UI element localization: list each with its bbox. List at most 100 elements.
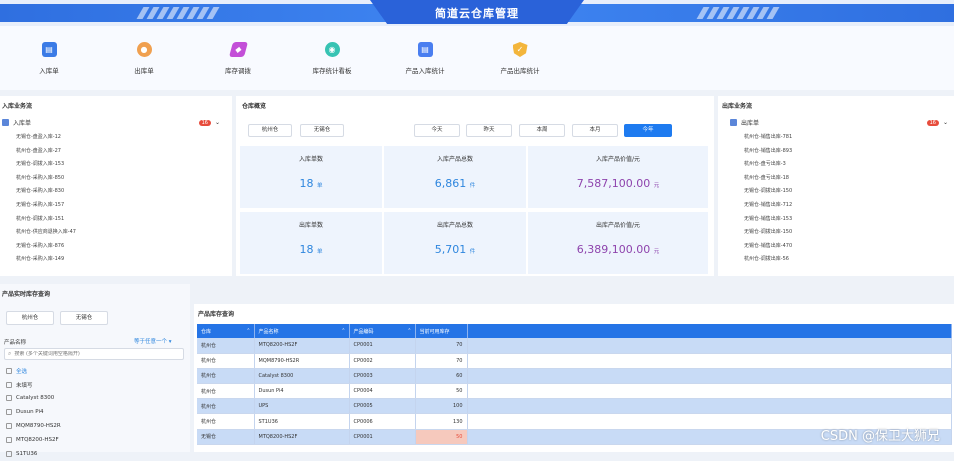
table-cell: 70 <box>415 353 468 369</box>
table-row[interactable]: 杭州仓 UPS CP0005 100 <box>197 398 952 415</box>
outbound-flow-group[interactable]: 出库单 16 ⌄ <box>722 118 948 127</box>
outbound-flow-item[interactable]: 无锡仓-销售出库-712 <box>744 199 948 213</box>
product-option-list: 全选 未填写 Catalyst 8300 Dusun Pi4 MQM8790-HS2R M… <box>6 364 61 461</box>
header-stripes-right <box>696 7 780 19</box>
product-option[interactable]: Catalyst 8300 <box>6 392 61 406</box>
shortcut-outbound[interactable]: ● 出库单 <box>109 42 179 75</box>
column-header-product-code[interactable]: 产品编码 ⌃ <box>349 324 416 338</box>
column-header-stock[interactable]: 当前可用库存 <box>415 324 468 338</box>
inbound-flow-group[interactable]: 入库单 16 ⌄ <box>2 118 220 127</box>
inbound-flow-item[interactable]: 杭州仓-采购入库-850 <box>16 172 220 186</box>
period-week-button[interactable]: 本周 <box>519 124 565 137</box>
product-search-box[interactable]: ⌕ <box>4 348 184 360</box>
inbound-flow-panel: 入库业务流 入库单 16 ⌄ 无锡仓-盘盈入库-12 杭州仓-盘盈入库-27 无锡仓… <box>0 96 232 276</box>
outbound-flow-item[interactable]: 杭州仓-销售出库-781 <box>744 131 948 145</box>
outbound-flow-item[interactable]: 无锡仓-销售出库-153 <box>744 213 948 227</box>
stat-label: 入库单数 <box>298 156 323 163</box>
inbound-flow-item[interactable]: 杭州仓-盘盈入库-27 <box>16 145 220 159</box>
shortcut-outbound-stats[interactable]: ✓ 产品出库统计 <box>485 42 555 75</box>
product-option[interactable]: MTQ8200-HS2F <box>6 433 61 447</box>
inventory-query-panel: 产品实时库存查询 杭州仓 无锡仓 产品名称 等于任意一个 ▾ ⌕ 全选未填写 Ca… <box>0 284 190 457</box>
inbound-flow-item[interactable]: 杭州仓-调拨入库-151 <box>16 213 220 227</box>
sort-icon[interactable]: ⌃ <box>246 328 253 334</box>
product-search-input[interactable] <box>14 351 175 357</box>
table-cell: Dusun Pi4 <box>254 383 350 400</box>
column-header-filler <box>467 324 952 338</box>
sort-icon[interactable]: ⌃ <box>407 328 414 334</box>
inbound-flow-item[interactable]: 无锡仓-调拨入库-153 <box>16 158 220 172</box>
product-name-label: 产品名称 <box>4 340 27 346</box>
product-option[interactable]: Dusun Pi4 <box>6 405 61 419</box>
inbound-flow-item[interactable]: 无锡仓-采购入库-876 <box>16 240 220 254</box>
table-cell: MTQ8200-HS2F <box>254 338 350 354</box>
column-header-warehouse[interactable]: 仓库 ⌃ <box>197 324 255 338</box>
table-cell: 60 <box>415 368 468 385</box>
outbound-flow-item[interactable]: 无锡仓-调拨出库-150 <box>744 185 948 199</box>
shortcut-inbound[interactable]: ▤ 入库单 <box>14 42 84 75</box>
checkbox[interactable] <box>6 381 12 388</box>
stat-label: 入库产品价值/元 <box>595 156 641 163</box>
shortcut-transfer[interactable]: ◆ 库存调拨 <box>203 42 273 75</box>
warehouse-wuxi-button[interactable]: 无锡仓 <box>300 124 344 137</box>
stat-label: 入库产品总数 <box>436 156 473 163</box>
table-cell: CP0001 <box>349 429 416 445</box>
warehouse-hangzhou-button[interactable]: 杭州仓 <box>248 124 292 137</box>
table-cell: CP0005 <box>349 398 416 415</box>
query-warehouse-hangzhou-button[interactable]: 杭州仓 <box>6 311 54 325</box>
table-cell: 100 <box>415 398 468 415</box>
inbound-count-badge: 16 <box>198 119 211 126</box>
shortcut-label: 产品入库统计 <box>405 67 445 75</box>
period-yesterday-button[interactable]: 昨天 <box>466 124 512 137</box>
stat-inbound-value: 入库产品价值/元 7,587,100.00 元 <box>528 146 708 208</box>
match-mode-select[interactable]: 等于任意一个 ▾ <box>134 337 172 345</box>
shortcut-inbound-stats[interactable]: ▤ 产品入库统计 <box>390 42 460 75</box>
shortcut-dashboard[interactable]: ◉ 库存统计看板 <box>297 42 367 75</box>
stat-outbound-orders: 出库单数 18 单 <box>240 212 382 274</box>
period-month-button[interactable]: 本月 <box>572 124 618 137</box>
product-option[interactable]: 全选 <box>6 364 61 378</box>
table-cell: CP0004 <box>349 383 416 400</box>
outbound-flow-item[interactable]: 杭州仓-销售出库-893 <box>744 145 948 159</box>
inbound-flow-item[interactable]: 无锡仓-盘盈入库-12 <box>16 131 220 145</box>
table-cell: CP0001 <box>349 338 416 354</box>
product-option-label: Dusun Pi4 <box>16 409 44 416</box>
sort-icon[interactable]: ⌃ <box>341 328 348 334</box>
outbound-flow-item[interactable]: 杭州仓-盘亏出库-18 <box>744 172 948 186</box>
stat-value: 18 单 <box>299 177 323 190</box>
product-option[interactable]: 未填写 <box>6 378 61 392</box>
outbound-flow-item[interactable]: 杭州仓-盘亏出库-3 <box>744 158 948 172</box>
outbound-flow-item[interactable]: 无锡仓-调拨出库-150 <box>744 226 948 240</box>
checkbox[interactable] <box>6 436 12 443</box>
warehouse-stats-title: 仓库概览 <box>242 103 267 110</box>
stat-value: 18 单 <box>299 243 323 256</box>
table-row[interactable]: 杭州仓 Dusun Pi4 CP0004 50 <box>197 383 952 400</box>
checkbox[interactable] <box>6 409 12 416</box>
inbound-flow-item[interactable]: 杭州仓-供应商退换入库-47 <box>16 226 220 240</box>
query-warehouse-wuxi-button[interactable]: 无锡仓 <box>60 311 108 325</box>
search-icon: ⌕ <box>8 350 12 357</box>
chevron-down-icon[interactable]: ⌄ <box>943 119 948 126</box>
inbound-flow-item[interactable]: 无锡仓-采购入库-157 <box>16 199 220 213</box>
chevron-down-icon[interactable]: ⌄ <box>215 119 220 126</box>
stat-label: 出库产品总数 <box>436 222 473 229</box>
table-row[interactable]: 杭州仓 MQM8790-HS2R CP0002 70 <box>197 353 952 369</box>
app-header: 简道云仓库管理 <box>0 0 954 26</box>
checkbox[interactable] <box>6 395 12 402</box>
table-row[interactable]: 杭州仓 Catalyst 8300 CP0003 60 <box>197 368 952 385</box>
warehouse-stats-panel: 仓库概览 杭州仓 无锡仓 今天 昨天 本周 本月 今年 入库单数 18 单 入库… <box>236 96 714 276</box>
checkbox[interactable] <box>6 423 12 430</box>
period-year-button[interactable]: 今年 <box>624 124 672 137</box>
outbound-flow-item[interactable]: 杭州仓-调拨出库-56 <box>744 253 948 267</box>
product-option[interactable]: MQM8790-HS2R <box>6 419 61 433</box>
product-option[interactable]: S1TU36 <box>6 447 61 461</box>
product-option-label: MTQ8200-HS2F <box>16 436 59 443</box>
table-cell: MQM8790-HS2R <box>254 353 350 369</box>
table-row[interactable]: 杭州仓 MTQ8200-HS2F CP0001 70 <box>197 338 952 354</box>
outbound-flow-item[interactable]: 无锡仓-销售出库-470 <box>744 240 948 254</box>
outbound-group-label: 出库单 <box>741 120 760 127</box>
checkbox[interactable] <box>6 367 12 374</box>
inbound-flow-item[interactable]: 杭州仓-采购入库-149 <box>16 253 220 267</box>
period-today-button[interactable]: 今天 <box>414 124 460 137</box>
column-header-product-name[interactable]: 产品名称 ⌃ <box>254 324 350 338</box>
inbound-flow-item[interactable]: 无锡仓-采购入库-830 <box>16 185 220 199</box>
